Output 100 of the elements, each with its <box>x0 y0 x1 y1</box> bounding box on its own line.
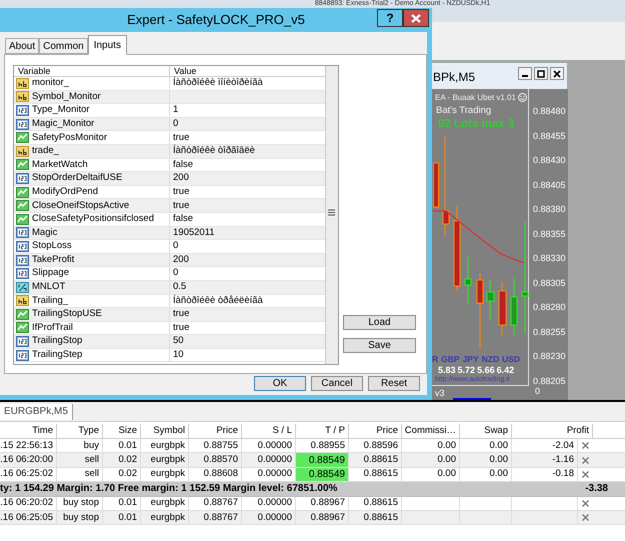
price-label: 0.88230 <box>533 351 566 361</box>
variable-value[interactable]: true <box>173 130 190 145</box>
variable-value[interactable]: true <box>173 184 190 200</box>
table-cell-text: 0.00000 <box>258 452 292 467</box>
table-cell: .15 22:56:13 <box>0 438 53 453</box>
table-cell-text: .16 06:25:02 <box>0 467 53 482</box>
table-cell-text: sell <box>84 467 99 482</box>
variable-value[interactable]: 200 <box>173 252 189 268</box>
minimize-button[interactable] <box>518 67 532 80</box>
currency-label: NZD <box>482 353 500 366</box>
variable-value[interactable]: 0 <box>173 239 178 254</box>
maximize-button[interactable] <box>534 67 548 80</box>
close-icon[interactable] <box>582 514 589 522</box>
variable-value[interactable]: 1 <box>173 103 178 118</box>
table-cell-text: 0.00 <box>438 467 456 482</box>
table-cell: -2.04 <box>552 438 574 453</box>
table-cell: 0.88967 <box>310 510 345 525</box>
table-cell: buy <box>84 438 99 453</box>
column-header[interactable]: Profit <box>512 424 593 438</box>
tab[interactable]: Common <box>39 38 88 54</box>
dialog-button[interactable]: Cancel <box>311 376 363 391</box>
variable-value[interactable]: 0.5 <box>173 280 186 294</box>
brand-label: Bat's Trading <box>436 104 492 118</box>
table-cell-text: 0.88608 <box>204 467 238 482</box>
table-cell: 0.88767 <box>204 510 238 525</box>
dialog-title: Expert - SafetyLOCK_PRO_v5 <box>127 11 305 30</box>
variable-value[interactable]: 0 <box>173 116 178 132</box>
variable-name: TakeProfit <box>32 252 74 267</box>
column-header[interactable]: Variable <box>14 66 170 76</box>
dialog-button[interactable]: Reset <box>368 376 420 391</box>
variable-value[interactable]: 0 <box>173 266 178 281</box>
price-label: 0.88480 <box>533 106 566 116</box>
dialog-button[interactable]: Load <box>343 315 416 330</box>
column-header[interactable]: Value <box>170 66 327 76</box>
column-header[interactable]: Size <box>103 424 141 438</box>
variable-name: Magic_Monitor <box>32 116 94 131</box>
close-button[interactable] <box>550 67 564 80</box>
table-cell-text: 0.88615 <box>364 467 398 482</box>
currency-label: USD <box>502 353 520 366</box>
column-header[interactable]: S / L <box>242 424 296 438</box>
variable-value[interactable]: true <box>173 198 190 213</box>
table-cell-text: 0.88570 <box>204 452 238 467</box>
column-header[interactable]: Symbol <box>141 424 189 438</box>
chart-tab[interactable]: EURGBPk,M5 <box>0 404 73 420</box>
column-header[interactable]: Price <box>349 424 402 438</box>
table-cell-text: 0.00 <box>490 467 508 482</box>
variable-name: Type_Monitor <box>32 103 90 118</box>
strength-value: 5.83 <box>438 364 456 376</box>
table-cell: 0.88967 <box>310 496 345 510</box>
variable-name: Slippage <box>32 266 69 280</box>
variable-value[interactable]: Íàñòðîéêè ìîíèòîðèíãà <box>173 76 263 90</box>
close-icon[interactable] <box>582 500 589 507</box>
candlestick <box>486 280 494 322</box>
column-header[interactable]: Type <box>57 424 103 438</box>
table-cell: 0.88549 <box>296 468 349 482</box>
help-button[interactable]: ? <box>377 9 403 27</box>
column-header[interactable]: Commissi… <box>402 424 460 438</box>
total-profit: -3.38 <box>584 482 609 496</box>
scrollbar[interactable] <box>325 66 338 364</box>
close-icon[interactable] <box>582 442 589 450</box>
variable-value[interactable]: Íàñòðîéêè òðåéëèíãà <box>173 294 263 308</box>
dialog-button[interactable]: OK <box>254 376 306 391</box>
text-type-icon <box>16 91 29 102</box>
chart-title: BPk,M5 <box>433 69 476 86</box>
column-header[interactable]: T / P <box>296 424 349 438</box>
candlestick <box>510 278 518 336</box>
variable-value[interactable]: 50 <box>173 334 184 349</box>
dialog-button[interactable]: Save <box>343 338 416 353</box>
indicator-label: v3 <box>435 387 445 400</box>
price-label: 0.88405 <box>533 180 566 190</box>
variable-value[interactable]: 200 <box>173 171 189 186</box>
price-label: 0.88255 <box>533 326 566 336</box>
close-icon[interactable] <box>582 470 589 478</box>
variable-value[interactable]: true <box>173 307 190 322</box>
column-header[interactable]: Swap <box>460 424 512 438</box>
variable-value[interactable]: true <box>173 320 190 336</box>
tab[interactable]: About <box>5 38 40 54</box>
candlestick <box>433 162 439 208</box>
variable-name: CloseOneifStopsActive <box>32 198 130 213</box>
variable-value[interactable]: false <box>173 158 194 172</box>
lots-label: 02 Lots max 3 <box>438 117 514 132</box>
tab[interactable]: Inputs <box>88 35 127 55</box>
column-header[interactable]: Time <box>0 424 57 438</box>
table-cell: buy stop <box>63 510 99 525</box>
close-icon <box>411 14 421 22</box>
variable-value[interactable]: 10 <box>173 348 184 362</box>
table-cell: 0.00 <box>490 438 508 453</box>
text-type-icon <box>16 78 29 89</box>
variable-name: SafetyPosMonitor <box>32 130 107 145</box>
close-icon[interactable] <box>582 456 589 464</box>
column-header[interactable]: Price <box>189 424 242 438</box>
variable-value[interactable]: 19052011 <box>173 226 215 240</box>
table-cell-text: 0.02 <box>118 467 137 482</box>
variable-name: trade_ <box>32 144 59 158</box>
variable-value[interactable]: false <box>173 212 194 226</box>
price-label: 0.88455 <box>533 130 566 140</box>
variable-name: IfProfTrail <box>32 320 73 335</box>
close-button[interactable] <box>403 9 429 27</box>
variable-value[interactable]: Íàñòðîéêè òîðãîâëè <box>173 144 255 158</box>
close-icon <box>553 70 561 78</box>
